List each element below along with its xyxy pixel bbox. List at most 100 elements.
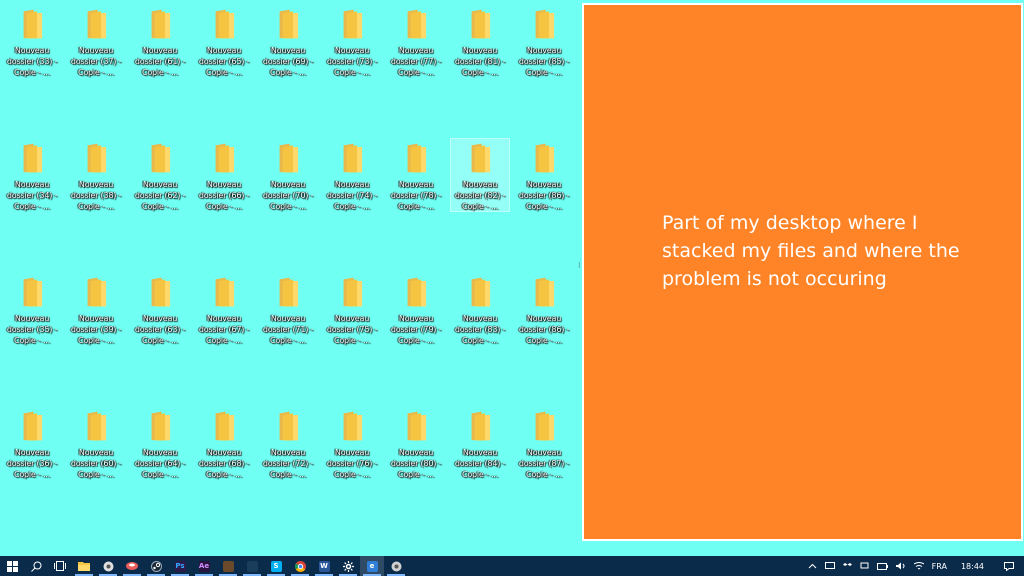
photoshop-icon[interactable]: Ps (168, 556, 192, 576)
annotation-text: Part of my desktop where I stacked my fi… (662, 212, 960, 290)
desktop-folder-icon-item[interactable]: Nouveau dossier (82) - Copie - ... (450, 138, 510, 212)
desktop-folder-icon-item[interactable]: Nouveau dossier (38) - Copie - ... (66, 138, 126, 212)
desktop-folder-icon-item[interactable]: Nouveau dossier (66) - Copie - ... (194, 138, 254, 212)
folder-icon (471, 9, 491, 39)
dark-app-icon[interactable] (240, 556, 264, 576)
desktop-folder-icon-item[interactable]: Nouveau dossier (62) - Copie - ... (130, 138, 190, 212)
desktop-folder-icon-item[interactable]: Nouveau dossier (65) - Copie - ... (194, 4, 254, 78)
network-icon[interactable] (856, 556, 873, 576)
folder-label: Nouveau dossier (35) - Copie - ... (6, 314, 58, 345)
folder-label: Nouveau dossier (67) - Copie - ... (198, 314, 250, 345)
desktop-folder-icon-item[interactable]: Nouveau dossier (79) - Copie - ... (386, 272, 446, 346)
desktop-folder-icon-item[interactable]: Nouveau dossier (35) - Copie - ... (2, 272, 62, 346)
folder-label: Nouveau dossier (66) - Copie - ... (198, 180, 250, 211)
skype-icon[interactable]: S (264, 556, 288, 576)
folder-icon (279, 277, 299, 307)
chrome-canary-icon[interactable] (96, 556, 120, 576)
desktop-folder-icon-item[interactable]: Nouveau dossier (34) - Copie - ... (2, 138, 62, 212)
desktop-folder-icon-item[interactable]: Nouveau dossier (78) - Copie - ... (386, 138, 446, 212)
search-icon[interactable] (24, 556, 48, 576)
desktop-folder-icon-item[interactable]: Nouveau dossier (86) - Copie - ... (514, 138, 574, 212)
folder-label: Nouveau dossier (80) - Copie - ... (390, 448, 442, 479)
desktop-folder-icon-item[interactable]: Nouveau dossier (37) - Copie - ... (66, 4, 126, 78)
folder-label: Nouveau dossier (68) - Copie - ... (198, 448, 250, 479)
folder-icon (151, 143, 171, 173)
task-view-icon[interactable] (48, 556, 72, 576)
desktop-folder-icon-item[interactable]: Nouveau dossier (86) - Copie - ... (514, 272, 574, 346)
folder-icon (343, 411, 363, 441)
edge-icon[interactable]: e (360, 556, 384, 576)
desktop-folder-icon-item[interactable]: Nouveau dossier (75) - Copie - ... (322, 272, 382, 346)
folder-label: Nouveau dossier (69) - Copie - ... (262, 46, 314, 77)
volume-icon[interactable] (892, 556, 910, 576)
folder-label: Nouveau dossier (86) - Copie - ... (518, 314, 570, 345)
desktop-folder-icon-item[interactable]: Nouveau dossier (69) - Copie - ... (258, 4, 318, 78)
battery-icon[interactable] (873, 556, 892, 576)
folder-icon (407, 277, 427, 307)
desktop-folder-icon-item[interactable]: Nouveau dossier (39) - Copie - ... (66, 272, 126, 346)
chrome-icon[interactable] (288, 556, 312, 576)
steam-icon[interactable] (144, 556, 168, 576)
folder-label: Nouveau dossier (73) - Copie - ... (326, 46, 378, 77)
desktop-folder-icon-item[interactable]: Nouveau dossier (63) - Copie - ... (130, 272, 190, 346)
desktop-folder-icon-item[interactable]: Nouveau dossier (36) - Copie - ... (2, 406, 62, 480)
desktop-folder-icon-item[interactable]: Nouveau dossier (87) - Copie - ... (514, 406, 574, 480)
desktop-folder-icon-item[interactable]: Nouveau dossier (67) - Copie - ... (194, 272, 254, 346)
dropbox-icon[interactable] (839, 556, 856, 576)
desktop-folder-icon-item[interactable]: Nouveau dossier (61) - Copie - ... (130, 4, 190, 78)
clock[interactable]: 18:44 (951, 556, 994, 576)
desktop-folder-icon-item[interactable]: Nouveau dossier (77) - Copie - ... (386, 4, 446, 78)
message-icon[interactable] (821, 556, 839, 576)
folder-icon (87, 143, 107, 173)
folder-icon (471, 277, 491, 307)
desktop-folder-icon-item[interactable]: Nouveau dossier (84) - Copie - ... (450, 406, 510, 480)
chevron-up-icon[interactable] (804, 556, 821, 576)
desktop-folder-icon-item[interactable]: Nouveau dossier (80) - Copie - ... (386, 406, 446, 480)
folder-label: Nouveau dossier (37) - Copie - ... (70, 46, 122, 77)
notification-icon[interactable] (994, 556, 1024, 576)
desktop-folder-icon-item[interactable]: Nouveau dossier (71) - Copie - ... (258, 272, 318, 346)
desktop-folder-icon-item[interactable]: Nouveau dossier (85) - Copie - ... (514, 4, 574, 78)
desktop-folder-icon-item[interactable]: Nouveau dossier (73) - Copie - ... (322, 4, 382, 78)
folder-icon (23, 9, 43, 39)
word-icon[interactable]: W (312, 556, 336, 576)
folder-label: Nouveau dossier (63) - Copie - ... (134, 314, 186, 345)
folder-icon (343, 143, 363, 173)
folder-label: Nouveau dossier (78) - Copie - ... (390, 180, 442, 211)
desktop-folder-icon-item[interactable]: Nouveau dossier (83) - Copie - ... (450, 272, 510, 346)
windows-start-icon[interactable] (0, 556, 24, 576)
media-app-icon[interactable] (120, 556, 144, 576)
desktop-folder-icon-item[interactable]: Nouveau dossier (60) - Copie - ... (66, 406, 126, 480)
file-explorer-icon[interactable] (72, 556, 96, 576)
folder-label: Nouveau dossier (36) - Copie - ... (6, 448, 58, 479)
desktop-folder-icon-item[interactable]: Nouveau dossier (33) - Copie - ... (2, 4, 62, 78)
folder-label: Nouveau dossier (71) - Copie - ... (262, 314, 314, 345)
desktop-folder-icon-item[interactable]: Nouveau dossier (64) - Copie - ... (130, 406, 190, 480)
desktop-folder-icon-item[interactable]: Nouveau dossier (81) - Copie - ... (450, 4, 510, 78)
folder-label: Nouveau dossier (60) - Copie - ... (70, 448, 122, 479)
desktop-folder-icon-item[interactable]: Nouveau dossier (68) - Copie - ... (194, 406, 254, 480)
wifi-icon[interactable] (910, 556, 928, 576)
coffee-app-icon[interactable] (216, 556, 240, 576)
language-indicator[interactable]: FRA (928, 556, 951, 576)
folder-label: Nouveau dossier (77) - Copie - ... (390, 46, 442, 77)
settings-icon[interactable] (336, 556, 360, 576)
folder-label: Nouveau dossier (39) - Copie - ... (70, 314, 122, 345)
folder-label: Nouveau dossier (65) - Copie - ... (198, 46, 250, 77)
desktop-folder-icon-item[interactable]: Nouveau dossier (72) - Copie - ... (258, 406, 318, 480)
folder-label: Nouveau dossier (81) - Copie - ... (454, 46, 506, 77)
folder-label: Nouveau dossier (79) - Copie - ... (390, 314, 442, 345)
after-effects-icon[interactable]: Ae (192, 556, 216, 576)
folder-icon (215, 277, 235, 307)
folder-icon (535, 411, 555, 441)
folder-label: Nouveau dossier (70) - Copie - ... (262, 180, 314, 211)
desktop-folder-icon-item[interactable]: Nouveau dossier (70) - Copie - ... (258, 138, 318, 212)
folder-icon (87, 9, 107, 39)
desktop-folder-icon-item[interactable]: Nouveau dossier (76) - Copie - ... (322, 406, 382, 480)
app-icon[interactable] (384, 556, 408, 576)
desktop-folder-icon-item[interactable]: Nouveau dossier (74) - Copie - ... (322, 138, 382, 212)
folder-icon (535, 277, 555, 307)
folder-label: Nouveau dossier (61) - Copie - ... (134, 46, 186, 77)
system-tray: FRA 18:44 (804, 556, 1024, 576)
folder-label: Nouveau dossier (74) - Copie - ... (326, 180, 378, 211)
